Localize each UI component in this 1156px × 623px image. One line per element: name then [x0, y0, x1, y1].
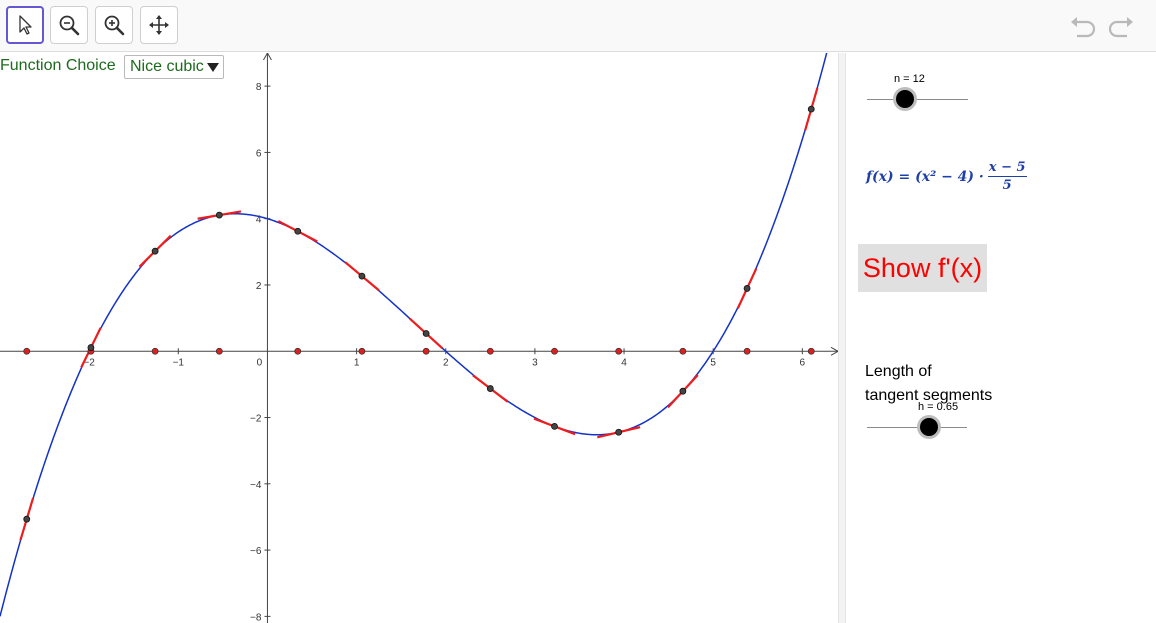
x-axis-point — [551, 347, 558, 355]
function-choice-dropdown[interactable]: Nice cubic — [124, 55, 224, 79]
zoom-in-icon — [104, 15, 125, 36]
y-tick-label: 2 — [256, 281, 262, 292]
x-axis-point — [358, 347, 366, 355]
y-tick-label: −4 — [250, 480, 262, 491]
y-tick-label: 6 — [256, 148, 262, 159]
toolbar — [0, 0, 1156, 52]
x-tick-label: 3 — [532, 357, 538, 368]
x-axis-point — [807, 347, 815, 355]
h-slider-label: h = 0.65 — [918, 401, 959, 413]
panel-divider[interactable] — [838, 53, 846, 623]
cursor-arrow-icon — [19, 15, 32, 35]
formula-denominator: 5 — [1002, 178, 1012, 193]
curve-point — [294, 227, 302, 235]
curve-point — [551, 422, 558, 430]
function-curve — [0, 53, 828, 617]
function-formula: f(x) = (x² − 4) · x − 5 5 — [866, 160, 1027, 193]
curve-point — [679, 387, 687, 395]
x-axis-point — [679, 347, 687, 355]
x-axis-point — [215, 347, 223, 355]
x-tick-label: 4 — [621, 357, 627, 368]
zoom-out-button[interactable] — [50, 6, 88, 44]
curve-point — [358, 272, 366, 280]
curve-point — [23, 515, 31, 523]
curve-point — [486, 385, 494, 392]
x-tick-label: 0 — [257, 357, 263, 368]
x-tick-label: −1 — [173, 357, 185, 368]
x-axis-point — [486, 347, 494, 355]
formula-lhs: f(x) = (x² − 4) · — [866, 168, 984, 185]
curve-point — [807, 105, 815, 113]
zoom-in-button[interactable] — [95, 6, 133, 44]
x-axis-point — [151, 347, 159, 355]
y-tick-label: −8 — [250, 612, 262, 623]
undo-button[interactable] — [1068, 12, 1098, 42]
redo-icon — [1108, 17, 1133, 38]
y-tick-label: 8 — [256, 82, 262, 93]
x-tick-label: 5 — [710, 357, 716, 368]
curve-point — [422, 330, 430, 337]
function-choice-value: Nice cubic — [130, 58, 204, 75]
x-axis-point — [615, 347, 623, 355]
move-tool-button[interactable] — [6, 6, 44, 44]
redo-button[interactable] — [1106, 12, 1136, 42]
y-tick-label: −6 — [250, 546, 262, 557]
graphics-view[interactable]: −2 −1 0 1 2 3 4 5 6−8−6−4−22468 — [0, 53, 838, 623]
n-slider-track[interactable] — [867, 99, 968, 100]
h-slider-knob[interactable] — [920, 418, 938, 436]
x-tick-label: 2 — [443, 357, 449, 368]
curve-point — [151, 247, 159, 255]
y-tick-label: −2 — [250, 414, 262, 425]
x-tick-label: 6 — [800, 357, 806, 368]
n-slider-knob[interactable] — [896, 90, 914, 108]
n-slider-label: n = 12 — [894, 73, 925, 85]
undo-icon — [1071, 17, 1096, 38]
curve-point — [615, 428, 623, 436]
x-tick-label: 1 — [354, 357, 360, 368]
curve-point — [215, 211, 223, 219]
function-choice-label: Function Choice — [0, 57, 116, 74]
x-axis-point — [294, 347, 302, 355]
h-slider-track[interactable] — [867, 427, 967, 428]
pan-view-button[interactable] — [140, 6, 178, 44]
x-axis-point — [743, 347, 751, 355]
x-axis-point — [422, 347, 430, 355]
show-derivative-button[interactable]: Show f'(x) — [858, 244, 987, 292]
zoom-out-icon — [59, 15, 80, 36]
x-axis-point — [23, 347, 31, 355]
formula-fraction: x − 5 5 — [987, 160, 1027, 193]
curve-point — [87, 344, 95, 351]
dropdown-caret-icon — [206, 62, 219, 72]
curve-point — [743, 285, 751, 292]
four-way-arrows-icon — [149, 15, 169, 35]
formula-numerator: x − 5 — [987, 160, 1027, 177]
tangent-length-line1: Length of — [865, 363, 932, 380]
